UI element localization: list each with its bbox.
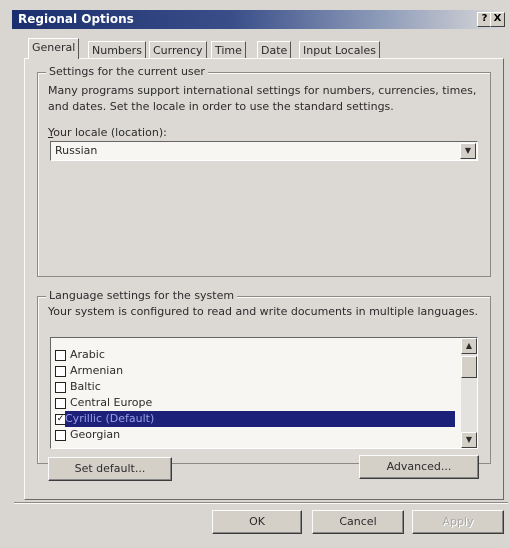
tab-input-locales[interactable]: Input Locales <box>299 41 380 59</box>
locale-label: Your locale (location): <box>48 126 167 139</box>
user-settings-legend: Settings for the current user <box>46 65 208 78</box>
tab-panel-general: Settings for the current user Many progr… <box>24 58 504 500</box>
system-settings-description: Your system is configured to read and wr… <box>48 305 478 318</box>
language-label: Central Europe <box>70 396 153 409</box>
list-item-arabic[interactable]: Arabic <box>55 347 105 363</box>
list-item-georgian[interactable]: Georgian <box>55 427 120 443</box>
language-label: Cyrillic (Default) <box>65 412 155 425</box>
checkbox-georgian[interactable] <box>55 429 66 441</box>
advanced-button[interactable]: Advanced... <box>359 455 479 479</box>
list-item-baltic[interactable]: Baltic <box>55 379 101 395</box>
close-button[interactable]: X <box>490 12 505 27</box>
set-default-button[interactable]: Set default... <box>48 457 172 481</box>
scroll-thumb[interactable] <box>461 356 477 378</box>
user-settings-group: Settings for the current user Many progr… <box>37 65 491 277</box>
locale-value: Russian <box>55 144 98 157</box>
locale-combobox[interactable]: Russian ▼ <box>50 141 478 161</box>
checkbox-armenian[interactable] <box>55 365 66 377</box>
list-scrollbar[interactable]: ▲ ▼ <box>461 338 477 448</box>
dropdown-arrow-icon[interactable]: ▼ <box>460 143 476 159</box>
tab-numbers[interactable]: Numbers <box>88 41 146 59</box>
tab-general[interactable]: General <box>28 38 80 59</box>
tab-time[interactable]: Time <box>211 41 246 59</box>
locale-label-rest: our locale (location): <box>53 126 167 139</box>
language-label: Armenian <box>70 364 124 377</box>
language-listbox[interactable]: Arabic Armenian Baltic Central Europe ✓ … <box>50 337 478 449</box>
cancel-button[interactable]: Cancel <box>312 510 404 534</box>
scroll-up-icon[interactable]: ▲ <box>461 338 477 354</box>
list-item-central-europe[interactable]: Central Europe <box>55 395 152 411</box>
scroll-down-icon[interactable]: ▼ <box>461 432 477 448</box>
checkbox-central-europe[interactable] <box>55 397 66 409</box>
language-label: Baltic <box>70 380 101 393</box>
tab-date[interactable]: Date <box>257 41 292 59</box>
tab-currency[interactable]: Currency <box>149 41 207 59</box>
ok-button[interactable]: OK <box>212 510 302 534</box>
window-title: Regional Options <box>18 12 134 26</box>
language-label: Arabic <box>70 348 105 361</box>
user-settings-description-line2: and dates. Set the locale in order to us… <box>48 100 394 113</box>
system-settings-legend: Language settings for the system <box>46 289 238 302</box>
checkbox-arabic[interactable] <box>55 349 66 361</box>
list-item-armenian[interactable]: Armenian <box>55 363 123 379</box>
footer-divider <box>14 502 508 504</box>
language-label: Georgian <box>70 428 121 441</box>
system-settings-group: Language settings for the system Your sy… <box>37 289 491 464</box>
list-item-cyrillic[interactable]: Cyrillic (Default) <box>65 411 455 427</box>
apply-button[interactable]: Apply <box>412 510 504 534</box>
title-bar[interactable]: Regional Options ? X <box>12 10 505 29</box>
user-settings-description-line1: Many programs support international sett… <box>48 84 477 97</box>
checkbox-baltic[interactable] <box>55 381 66 393</box>
